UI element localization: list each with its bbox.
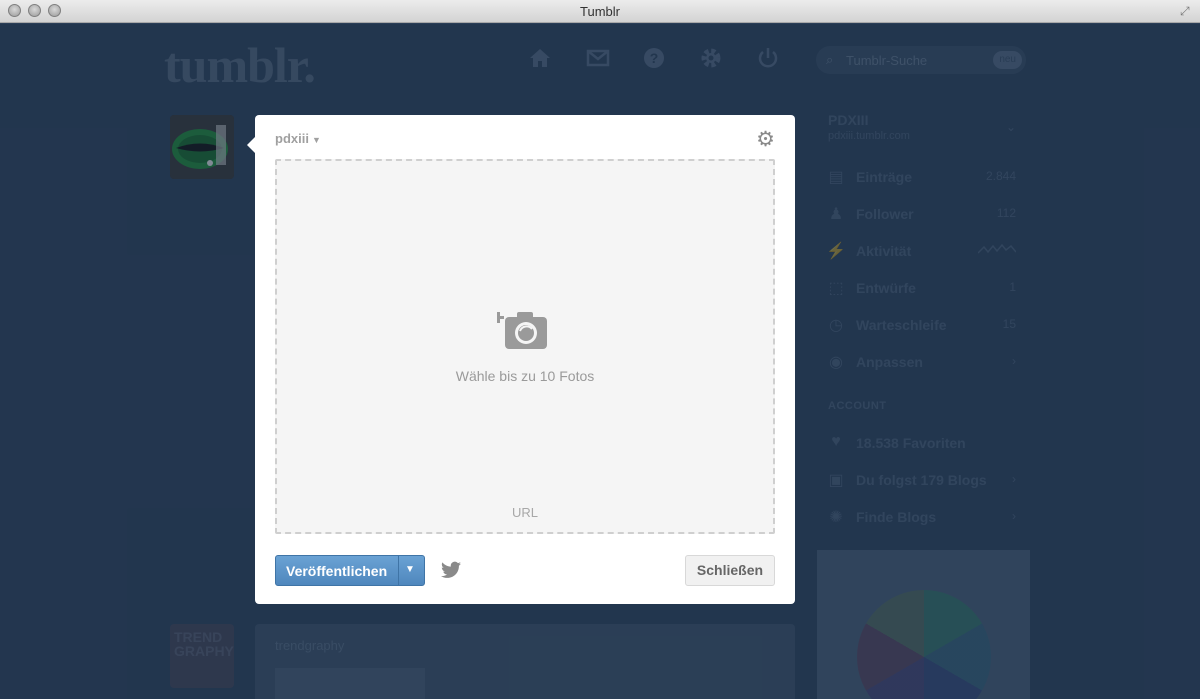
sidebar-item-customize[interactable]: ◉ Anpassen ›	[816, 345, 1030, 381]
activity-icon: ⚡	[826, 243, 846, 260]
publish-button-label: Veröffentlichen	[286, 563, 388, 579]
close-button[interactable]: Schließen	[685, 555, 775, 586]
background-post-blog-name[interactable]: trendgraphy	[275, 638, 344, 653]
sidebar-item-posts[interactable]: ▤ Einträge 2.844	[816, 160, 1030, 196]
photo-post-dialog: pdxiii ▼ ⚙ Wähle bis zu 10 Fotos URL Verö…	[247, 115, 795, 604]
sidebar-blog-title[interactable]: PDXIII	[828, 112, 868, 128]
sidebar-item-label: Finde Blogs	[856, 509, 937, 525]
sidebar-item-label: Anpassen	[856, 354, 923, 370]
drafts-icon: ⬚	[828, 280, 844, 297]
sidebar-item-likes[interactable]: ♥ 18.538 Favoriten	[816, 426, 1030, 462]
sidebar-item-count: 112	[996, 206, 1016, 220]
publish-button[interactable]: Veröffentlichen ▼	[275, 555, 425, 586]
help-icon[interactable]: ?	[641, 46, 667, 72]
radar-image[interactable]	[857, 590, 991, 699]
followers-icon: ♟	[828, 206, 844, 223]
sidebar-item-drafts[interactable]: ⬚ Entwürfe 1	[816, 271, 1030, 307]
window-title: Tumblr	[580, 4, 620, 19]
publish-options-caret-icon[interactable]: ▼	[405, 564, 415, 575]
svg-text:?: ?	[650, 50, 659, 66]
sidebar-item-label: 18.538 Favoriten	[856, 435, 966, 451]
mail-icon[interactable]	[585, 46, 611, 72]
sidebar-item-count: 1	[1009, 280, 1016, 294]
sidebar-item-label: Du folgst 179 Blogs	[856, 472, 987, 488]
sidebar-item-following[interactable]: ▣ Du folgst 179 Blogs ›	[816, 463, 1030, 499]
chevron-right-icon: ›	[1012, 509, 1016, 523]
following-icon: ▣	[828, 472, 844, 489]
chevron-right-icon: ›	[1012, 354, 1016, 368]
tumblr-logo[interactable]: tumblr.	[164, 36, 316, 94]
queue-icon: ◷	[829, 317, 843, 334]
sidebar-item-queue[interactable]: ◷ Warteschleife 15	[816, 308, 1030, 344]
gear-icon[interactable]: ⚙	[756, 129, 775, 151]
settings-icon[interactable]	[698, 46, 724, 72]
sidebar-blog-url: pdxiii.tumblr.com	[828, 130, 910, 142]
sidebar-item-label: Entwürfe	[856, 280, 916, 296]
search-input[interactable]: Tumblr-Suche	[846, 53, 927, 68]
sidebar-item-label: Aktivität	[856, 243, 912, 259]
window-titlebar: Tumblr ⤢	[0, 0, 1200, 23]
sidebar-item-label: Einträge	[856, 169, 913, 185]
sidebar-item-find-blogs[interactable]: ✺ Finde Blogs ›	[816, 500, 1030, 536]
sidebar-item-activity[interactable]: ⚡ Aktivität	[816, 234, 1030, 270]
heart-icon: ♥	[831, 433, 841, 450]
app-content: tumblr. ? ⌕ Tumblr-Suche neu TREND GRAPH…	[0, 24, 1200, 699]
sidebar-item-followers[interactable]: ♟ Follower 112	[816, 197, 1030, 233]
logout-icon[interactable]	[755, 46, 781, 72]
url-link[interactable]: URL	[277, 505, 773, 520]
photo-dropzone[interactable]: Wähle bis zu 10 Fotos URL	[275, 159, 775, 534]
blog-selector-label: pdxiii	[275, 131, 309, 146]
fullscreen-icon[interactable]: ⤢	[1180, 4, 1194, 18]
find-blogs-icon: ✺	[829, 509, 843, 526]
dropzone-label[interactable]: Wähle bis zu 10 Fotos	[277, 368, 773, 384]
search-icon: ⌕	[826, 52, 834, 67]
publish-divider	[398, 556, 399, 585]
twitter-icon[interactable]	[441, 561, 461, 579]
posts-icon: ▤	[828, 169, 844, 186]
sidebar: PDXIII pdxiii.tumblr.com ⌄ ▤ Einträge 2.…	[816, 100, 1030, 540]
sidebar-item-label: Follower	[856, 206, 914, 222]
eye-icon: ◉	[829, 354, 843, 371]
chevron-right-icon: ›	[1012, 472, 1016, 486]
account-header: ACCOUNT	[828, 400, 887, 412]
activity-sparkline	[977, 243, 1017, 258]
sidebar-item-count: 2.844	[985, 169, 1016, 183]
background-post-image	[275, 668, 425, 699]
chevron-down-icon[interactable]: ⌄	[1006, 120, 1016, 134]
user-avatar[interactable]	[170, 115, 234, 179]
search-field[interactable]: ⌕ Tumblr-Suche neu	[816, 46, 1026, 74]
blog-selector[interactable]: pdxiii ▼	[275, 131, 321, 146]
add-photo-icon	[497, 312, 547, 349]
search-new-badge: neu	[993, 51, 1022, 69]
background-post-avatar[interactable]: TREND GRAPHY	[170, 624, 234, 688]
sidebar-item-label: Warteschleife	[856, 317, 947, 333]
home-icon[interactable]	[527, 46, 553, 72]
sidebar-radar-widget	[817, 550, 1030, 699]
caret-down-icon: ▼	[311, 135, 321, 145]
background-post: trendgraphy	[255, 624, 795, 699]
sidebar-item-count: 15	[1002, 317, 1016, 331]
dialog-pointer	[247, 137, 255, 153]
